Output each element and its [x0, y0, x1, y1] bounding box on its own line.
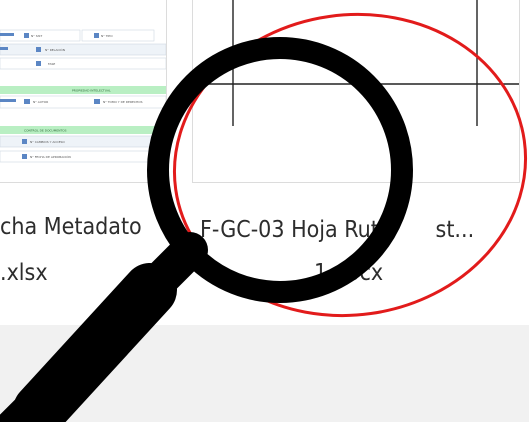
preview-band1: PROPIEDAD INTELECTUAL — [72, 89, 111, 93]
file-name-line1-tail: st... — [435, 217, 475, 243]
file-name-line2[interactable]: 1.docx — [314, 260, 383, 286]
preview-row4a: N° AUTOR — [33, 100, 48, 104]
preview-row4b: N° TOMO Y DE DERECHOS — [103, 100, 143, 104]
preview-row5: N° CAMBIOS Y ACCESO — [30, 140, 65, 144]
file-name-line1[interactable]: cha Metadato — [0, 214, 142, 240]
document-thumbnail[interactable] — [192, 0, 520, 183]
spreadsheet-preview-icon: N° SIST N° TIPO N° RELACIÓN FASE PROPIED… — [0, 0, 166, 163]
file-name-line1-head: F-GC-03 Hoja Ruta — [200, 217, 392, 243]
file-grid: N° SIST N° TIPO N° RELACIÓN FASE PROPIED… — [0, 0, 529, 325]
preview-row1b: N° TIPO — [101, 34, 113, 38]
preview-row6: N° FECHA DE APROBACIÓN — [30, 154, 71, 159]
preview-row1: N° SIST — [31, 34, 42, 38]
preview-row2: N° RELACIÓN — [45, 47, 65, 52]
preview-row3: FASE — [48, 62, 55, 66]
status-area — [0, 325, 529, 422]
spreadsheet-thumbnail[interactable]: N° SIST N° TIPO N° RELACIÓN FASE PROPIED… — [0, 0, 167, 183]
preview-band2: CONTROL DE DOCUMENTOS — [24, 129, 67, 133]
document-preview-icon — [193, 0, 519, 126]
file-name-line1[interactable]: F-GC-03 Hoja Ruta st... — [200, 217, 474, 243]
file-name-line2[interactable]: .xlsx — [0, 260, 48, 286]
